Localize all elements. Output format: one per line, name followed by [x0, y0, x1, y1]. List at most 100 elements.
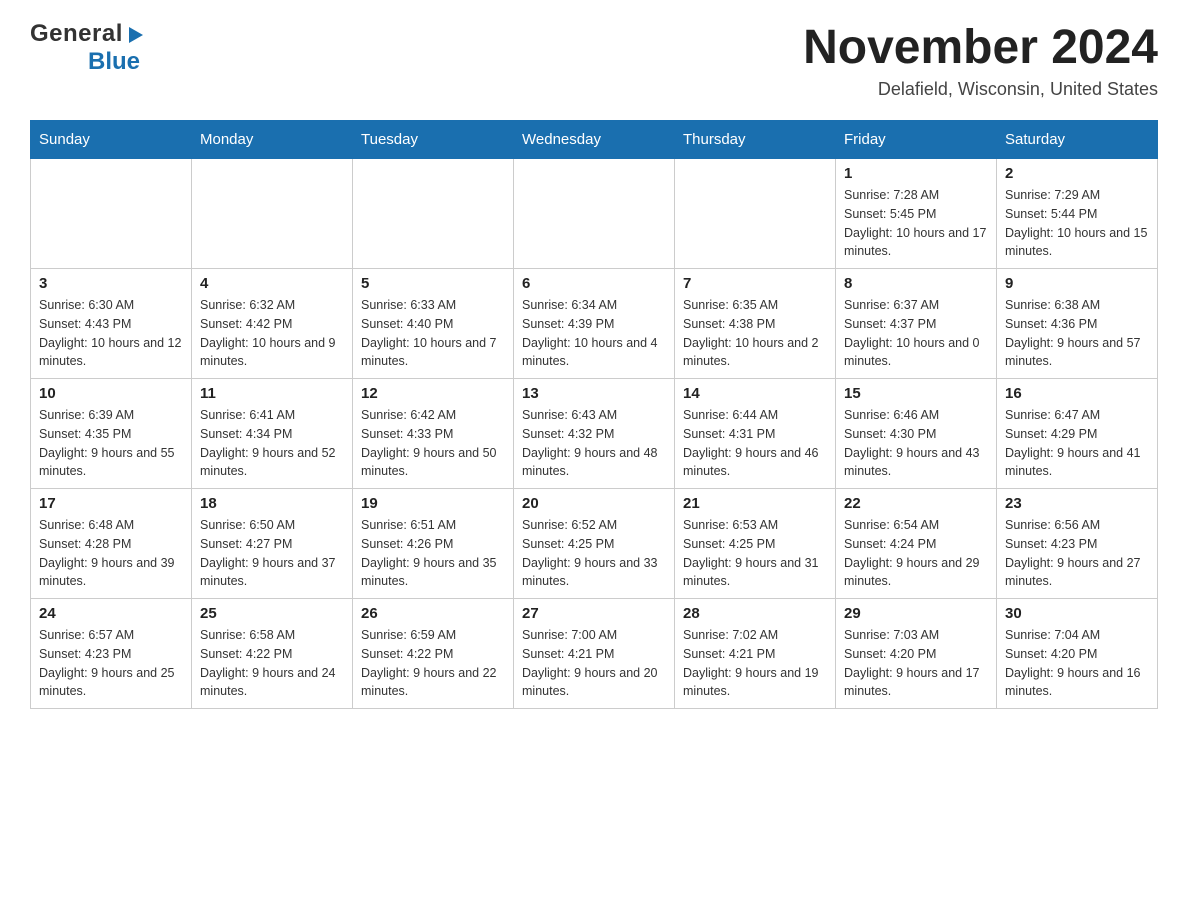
day-info: Sunrise: 6:54 AMSunset: 4:24 PMDaylight:…: [844, 516, 988, 591]
table-row: 3Sunrise: 6:30 AMSunset: 4:43 PMDaylight…: [31, 269, 192, 379]
day-number: 20: [522, 495, 666, 512]
table-row: [31, 159, 192, 269]
header-friday: Friday: [836, 121, 997, 159]
day-number: 12: [361, 385, 505, 402]
table-row: [514, 159, 675, 269]
table-row: 30Sunrise: 7:04 AMSunset: 4:20 PMDayligh…: [997, 599, 1158, 709]
day-info: Sunrise: 6:52 AMSunset: 4:25 PMDaylight:…: [522, 516, 666, 591]
table-row: 15 Sunrise: 6:46 AMSunset: 4:30 PMDayligh…: [836, 379, 997, 489]
header-saturday: Saturday: [997, 121, 1158, 159]
title-section: November 2024 Delafield, Wisconsin, Unit…: [803, 20, 1158, 100]
day-info: Sunrise: 6:37 AMSunset: 4:37 PMDaylight:…: [844, 296, 988, 371]
day-number: 14: [683, 385, 827, 402]
table-row: 10 Sunrise: 6:39 AMSunset: 4:35 PMDayligh…: [31, 379, 192, 489]
day-number: 9: [1005, 275, 1149, 292]
day-number: 4: [200, 275, 344, 292]
header-wednesday: Wednesday: [514, 121, 675, 159]
header-tuesday: Tuesday: [353, 121, 514, 159]
day-number: 24: [39, 605, 183, 622]
table-row: 7 Sunrise: 6:35 AMSunset: 4:38 PMDaylight…: [675, 269, 836, 379]
day-number: 27: [522, 605, 666, 622]
day-info: Sunrise: 6:50 AMSunset: 4:27 PMDaylight:…: [200, 516, 344, 591]
calendar-week-row: 24 Sunrise: 6:57 AMSunset: 4:23 PMDayligh…: [31, 599, 1158, 709]
page-header: General Blue November 2024 Delafield, Wi…: [30, 20, 1158, 100]
table-row: 27Sunrise: 7:00 AMSunset: 4:21 PMDayligh…: [514, 599, 675, 709]
day-info: Sunrise: 7:02 AMSunset: 4:21 PMDaylight:…: [683, 626, 827, 701]
day-info: Sunrise: 6:33 AMSunset: 4:40 PMDaylight:…: [361, 296, 505, 371]
calendar-table: Sunday Monday Tuesday Wednesday Thursday…: [30, 120, 1158, 709]
day-number: 29: [844, 605, 988, 622]
logo-arrow-icon: [125, 24, 147, 46]
logo-blue-text: Blue: [88, 48, 140, 76]
day-info: Sunrise: 6:43 AMSunset: 4:32 PMDaylight:…: [522, 406, 666, 481]
table-row: 4 Sunrise: 6:32 AMSunset: 4:42 PMDaylight…: [192, 269, 353, 379]
day-number: 22: [844, 495, 988, 512]
day-number: 21: [683, 495, 827, 512]
table-row: 9 Sunrise: 6:38 AMSunset: 4:36 PMDaylight…: [997, 269, 1158, 379]
table-row: 22 Sunrise: 6:54 AMSunset: 4:24 PMDayligh…: [836, 489, 997, 599]
calendar-week-row: 1 Sunrise: 7:28 AMSunset: 5:45 PMDaylight…: [31, 159, 1158, 269]
header-thursday: Thursday: [675, 121, 836, 159]
day-info: Sunrise: 6:38 AMSunset: 4:36 PMDaylight:…: [1005, 296, 1149, 371]
day-info: Sunrise: 7:03 AMSunset: 4:20 PMDaylight:…: [844, 626, 988, 701]
day-info: Sunrise: 6:57 AMSunset: 4:23 PMDaylight:…: [39, 626, 183, 701]
logo: General Blue: [30, 20, 147, 76]
table-row: 23Sunrise: 6:56 AMSunset: 4:23 PMDayligh…: [997, 489, 1158, 599]
table-row: 13 Sunrise: 6:43 AMSunset: 4:32 PMDayligh…: [514, 379, 675, 489]
day-info: Sunrise: 6:30 AMSunset: 4:43 PMDaylight:…: [39, 296, 183, 371]
calendar-week-row: 17 Sunrise: 6:48 AMSunset: 4:28 PMDayligh…: [31, 489, 1158, 599]
table-row: 17 Sunrise: 6:48 AMSunset: 4:28 PMDayligh…: [31, 489, 192, 599]
day-number: 18: [200, 495, 344, 512]
day-number: 8: [844, 275, 988, 292]
table-row: 1 Sunrise: 7:28 AMSunset: 5:45 PMDaylight…: [836, 159, 997, 269]
day-info: Sunrise: 6:41 AMSunset: 4:34 PMDaylight:…: [200, 406, 344, 481]
calendar-week-row: 10 Sunrise: 6:39 AMSunset: 4:35 PMDayligh…: [31, 379, 1158, 489]
table-row: [675, 159, 836, 269]
day-number: 30: [1005, 605, 1149, 622]
table-row: [192, 159, 353, 269]
table-row: 2 Sunrise: 7:29 AMSunset: 5:44 PMDaylight…: [997, 159, 1158, 269]
day-info: Sunrise: 6:51 AMSunset: 4:26 PMDaylight:…: [361, 516, 505, 591]
table-row: [353, 159, 514, 269]
day-info: Sunrise: 7:28 AMSunset: 5:45 PMDaylight:…: [844, 186, 988, 261]
table-row: 18 Sunrise: 6:50 AMSunset: 4:27 PMDayligh…: [192, 489, 353, 599]
table-row: 19 Sunrise: 6:51 AMSunset: 4:26 PMDayligh…: [353, 489, 514, 599]
day-info: Sunrise: 6:35 AMSunset: 4:38 PMDaylight:…: [683, 296, 827, 371]
day-number: 7: [683, 275, 827, 292]
calendar-week-row: 3Sunrise: 6:30 AMSunset: 4:43 PMDaylight…: [31, 269, 1158, 379]
day-number: 2: [1005, 165, 1149, 182]
table-row: 16Sunrise: 6:47 AMSunset: 4:29 PMDayligh…: [997, 379, 1158, 489]
day-number: 19: [361, 495, 505, 512]
header-monday: Monday: [192, 121, 353, 159]
day-number: 13: [522, 385, 666, 402]
day-number: 6: [522, 275, 666, 292]
day-info: Sunrise: 6:44 AMSunset: 4:31 PMDaylight:…: [683, 406, 827, 481]
day-info: Sunrise: 6:46 AMSunset: 4:30 PMDaylight:…: [844, 406, 988, 481]
table-row: 28Sunrise: 7:02 AMSunset: 4:21 PMDayligh…: [675, 599, 836, 709]
day-info: Sunrise: 7:29 AMSunset: 5:44 PMDaylight:…: [1005, 186, 1149, 261]
table-row: 12 Sunrise: 6:42 AMSunset: 4:33 PMDayligh…: [353, 379, 514, 489]
table-row: 25 Sunrise: 6:58 AMSunset: 4:22 PMDayligh…: [192, 599, 353, 709]
day-number: 10: [39, 385, 183, 402]
day-info: Sunrise: 6:59 AMSunset: 4:22 PMDaylight:…: [361, 626, 505, 701]
day-info: Sunrise: 6:32 AMSunset: 4:42 PMDaylight:…: [200, 296, 344, 371]
table-row: 29 Sunrise: 7:03 AMSunset: 4:20 PMDayligh…: [836, 599, 997, 709]
day-info: Sunrise: 6:42 AMSunset: 4:33 PMDaylight:…: [361, 406, 505, 481]
day-info: Sunrise: 6:58 AMSunset: 4:22 PMDaylight:…: [200, 626, 344, 701]
header-sunday: Sunday: [31, 121, 192, 159]
table-row: 5 Sunrise: 6:33 AMSunset: 4:40 PMDaylight…: [353, 269, 514, 379]
day-number: 17: [39, 495, 183, 512]
day-number: 25: [200, 605, 344, 622]
day-number: 1: [844, 165, 988, 182]
day-info: Sunrise: 6:34 AMSunset: 4:39 PMDaylight:…: [522, 296, 666, 371]
day-number: 5: [361, 275, 505, 292]
logo-general-text: General: [30, 20, 123, 48]
day-number: 16: [1005, 385, 1149, 402]
table-row: 21 Sunrise: 6:53 AMSunset: 4:25 PMDayligh…: [675, 489, 836, 599]
day-number: 15: [844, 385, 988, 402]
calendar-subtitle: Delafield, Wisconsin, United States: [803, 79, 1158, 100]
day-info: Sunrise: 6:48 AMSunset: 4:28 PMDaylight:…: [39, 516, 183, 591]
day-info: Sunrise: 6:39 AMSunset: 4:35 PMDaylight:…: [39, 406, 183, 481]
day-info: Sunrise: 6:53 AMSunset: 4:25 PMDaylight:…: [683, 516, 827, 591]
calendar-title: November 2024: [803, 20, 1158, 75]
